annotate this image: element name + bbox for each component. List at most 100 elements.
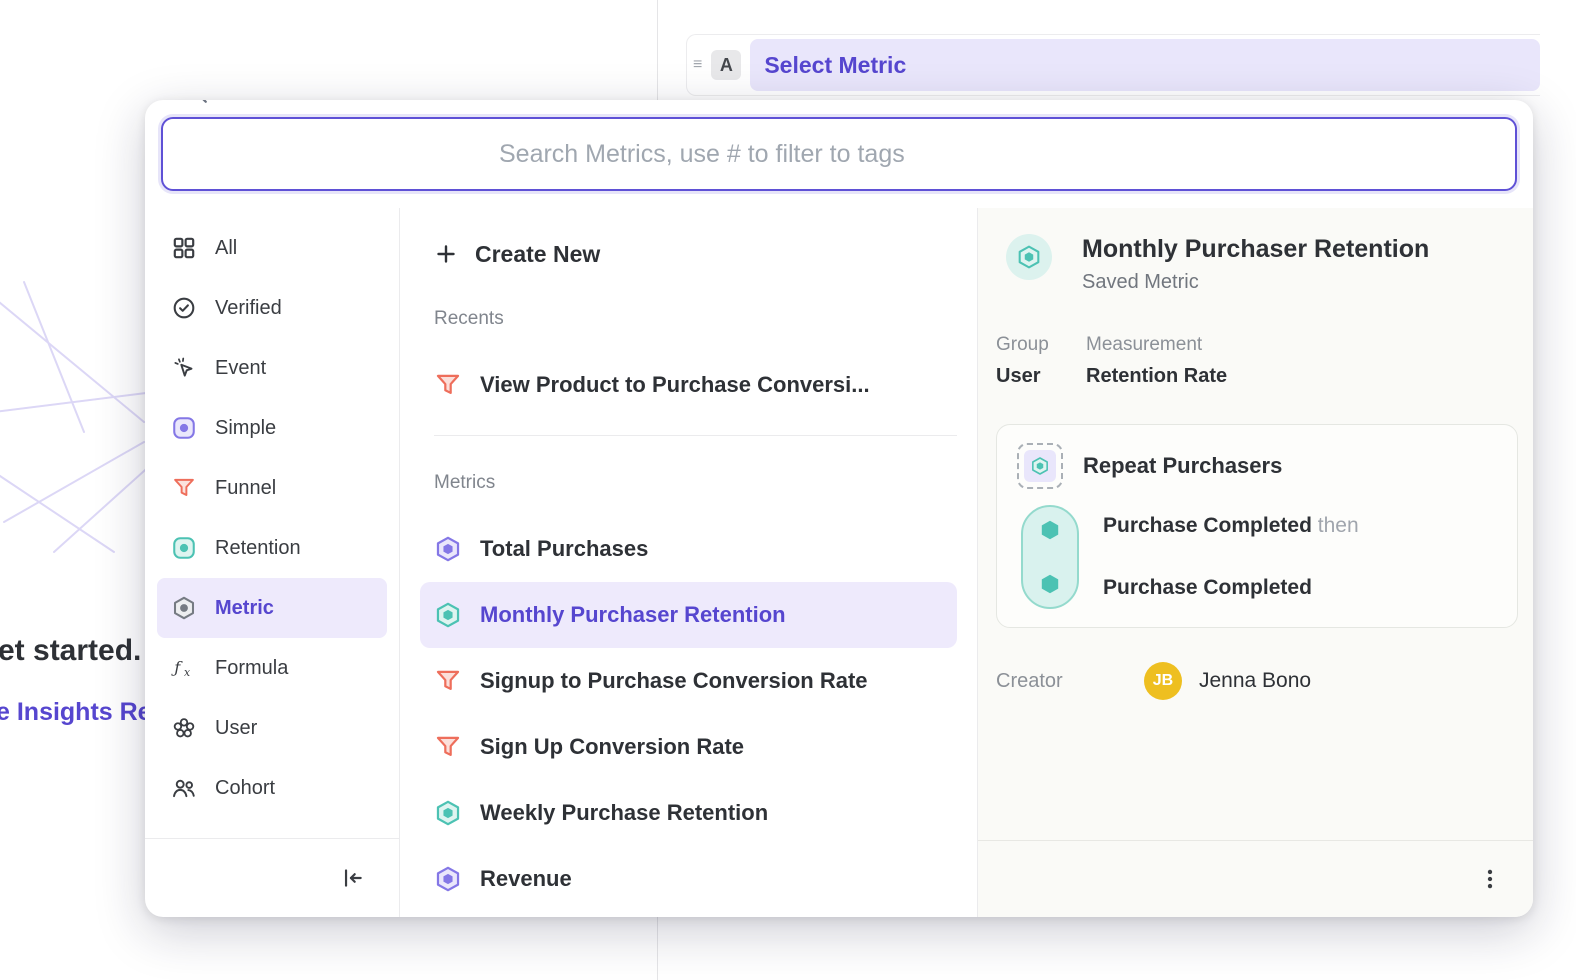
measurement-label: Measurement [1086, 334, 1227, 356]
sidebar-item-metric[interactable]: Metric [157, 578, 387, 638]
sidebar-item-label: Simple [215, 417, 276, 440]
sidebar-item-label: Funnel [215, 477, 276, 500]
sidebar-item-label: All [215, 237, 237, 260]
create-new-label: Create New [475, 241, 600, 268]
sidebar-item-verified[interactable]: Verified [157, 278, 387, 338]
metric-item-weekly-purchase-retention[interactable]: Weekly Purchase Retention [420, 780, 957, 846]
metric-item-revenue[interactable]: Revenue [420, 846, 957, 912]
definition-steps: Purchase Completed then Purchase Complet… [1017, 505, 1497, 609]
category-sidebar: All Verified Event Simple Funnel [145, 208, 400, 917]
creator-label: Creator [996, 670, 1066, 693]
creator-avatar: JB [1144, 662, 1182, 700]
sidebar-footer [145, 838, 399, 917]
metric-detail-panel: Monthly Purchaser Retention Saved Metric… [978, 208, 1533, 917]
background-doodle [0, 272, 164, 572]
select-metric-bar: ≡ A Select Metric [686, 34, 1540, 96]
metric-item-label: Revenue [480, 866, 572, 892]
metrics-header: Metrics [434, 472, 957, 494]
background-heading: et started. [0, 634, 141, 668]
definition-card: Repeat Purchasers Purchase Completed the… [996, 424, 1518, 628]
select-metric-button[interactable]: Select Metric [750, 39, 1540, 91]
sidebar-item-label: Event [215, 357, 266, 380]
sidebar-item-label: Formula [215, 657, 288, 680]
group-value: User [996, 365, 1058, 388]
hexagon-purple-icon [434, 535, 462, 563]
metric-item-label: Monthly Purchaser Retention [480, 602, 786, 628]
sidebar-item-formula[interactable]: Formula [157, 638, 387, 698]
detail-header: Monthly Purchaser Retention Saved Metric [996, 234, 1518, 294]
list-divider [434, 435, 957, 436]
background-link[interactable]: e Insights Re [0, 698, 152, 727]
recent-item-label: View Product to Purchase Conversi... [480, 372, 870, 398]
hexagon-teal-icon [434, 799, 462, 827]
metric-item-label: Weekly Purchase Retention [480, 800, 768, 826]
group-label: Group [996, 334, 1058, 356]
hexagon-solid-teal-icon [1038, 518, 1062, 542]
recent-item-view-product-to-purchase[interactable]: View Product to Purchase Conversi... [420, 353, 957, 417]
funnel-hexagon-red-icon [434, 667, 462, 695]
search-input[interactable] [497, 139, 1495, 170]
metric-icon [171, 595, 197, 621]
sidebar-item-all[interactable]: All [157, 218, 387, 278]
hexagon-purple-icon [434, 865, 462, 893]
dashed-hexagon-icon [1017, 443, 1063, 489]
collapse-sidebar-icon[interactable] [339, 865, 365, 891]
detail-meta: Group User Measurement Retention Rate [996, 334, 1518, 388]
group-meta: Group User [996, 334, 1058, 388]
formula-icon [171, 655, 197, 681]
metric-item-label: Sign Up Conversion Rate [480, 734, 744, 760]
metric-item-total-purchases[interactable]: Total Purchases [420, 516, 957, 582]
sidebar-item-event[interactable]: Event [157, 338, 387, 398]
verified-icon [171, 295, 197, 321]
sidebar-item-label: Metric [215, 597, 274, 620]
step-2-event: Purchase Completed [1103, 576, 1312, 599]
hexagon-teal-icon [434, 601, 462, 629]
step-connector: then [1318, 514, 1359, 537]
create-new-button[interactable]: Create New [434, 228, 957, 280]
page: et started. e Insights Re ≡ A Select Met… [0, 0, 1576, 980]
step-1-event: Purchase Completed [1103, 514, 1312, 537]
event-icon [171, 355, 197, 381]
metric-item-label: Total Purchases [480, 536, 648, 562]
step-2: Purchase Completed [1103, 576, 1359, 600]
hexagon-solid-teal-icon [1038, 572, 1062, 596]
metric-item-monthly-purchaser-retention[interactable]: Monthly Purchaser Retention [420, 582, 957, 648]
measurement-meta: Measurement Retention Rate [1086, 334, 1227, 388]
metric-list: Create New Recents View Product to Purch… [400, 208, 978, 917]
search-box[interactable] [161, 117, 1517, 191]
metric-item-signup-to-purchase-conversion-rate[interactable]: Signup to Purchase Conversion Rate [420, 648, 957, 714]
search-area [145, 100, 1533, 208]
sidebar-item-retention[interactable]: Retention [157, 518, 387, 578]
hexagon-teal-icon [1016, 244, 1042, 270]
select-metric-label: Select Metric [764, 52, 906, 79]
drag-handle-icon[interactable]: ≡ [693, 57, 702, 73]
sidebar-item-simple[interactable]: Simple [157, 398, 387, 458]
creator-name: Jenna Bono [1199, 669, 1311, 693]
sidebar-item-label: Cohort [215, 777, 275, 800]
funnel-hexagon-red-icon [434, 733, 462, 761]
more-options-icon[interactable] [1477, 866, 1503, 892]
metric-picker-modal: All Verified Event Simple Funnel [145, 100, 1533, 917]
sidebar-item-cohort[interactable]: Cohort [157, 758, 387, 818]
step-1: Purchase Completed then [1103, 514, 1359, 538]
simple-icon [171, 415, 197, 441]
cohort-icon [171, 775, 197, 801]
sidebar-item-user[interactable]: User [157, 698, 387, 758]
step-lines: Purchase Completed then Purchase Complet… [1103, 505, 1359, 609]
definition-title: Repeat Purchasers [1083, 453, 1282, 479]
measurement-value: Retention Rate [1086, 365, 1227, 388]
sidebar-item-funnel[interactable]: Funnel [157, 458, 387, 518]
hexagon-teal-icon [1030, 456, 1050, 476]
sidebar-item-label: Verified [215, 297, 282, 320]
detail-subtitle: Saved Metric [1082, 271, 1429, 294]
detail-body: Monthly Purchaser Retention Saved Metric… [978, 208, 1533, 840]
modal-content: All Verified Event Simple Funnel [145, 208, 1533, 917]
step-pill [1021, 505, 1079, 609]
user-icon [171, 715, 197, 741]
detail-head-text: Monthly Purchaser Retention Saved Metric [1082, 234, 1429, 294]
metric-type-icon-wrap [1006, 234, 1052, 280]
creator-row: Creator JB Jenna Bono [996, 662, 1518, 700]
metric-item-sign-up-conversion-rate[interactable]: Sign Up Conversion Rate [420, 714, 957, 780]
metric-letter-badge: A [711, 50, 741, 80]
detail-title: Monthly Purchaser Retention [1082, 234, 1429, 264]
